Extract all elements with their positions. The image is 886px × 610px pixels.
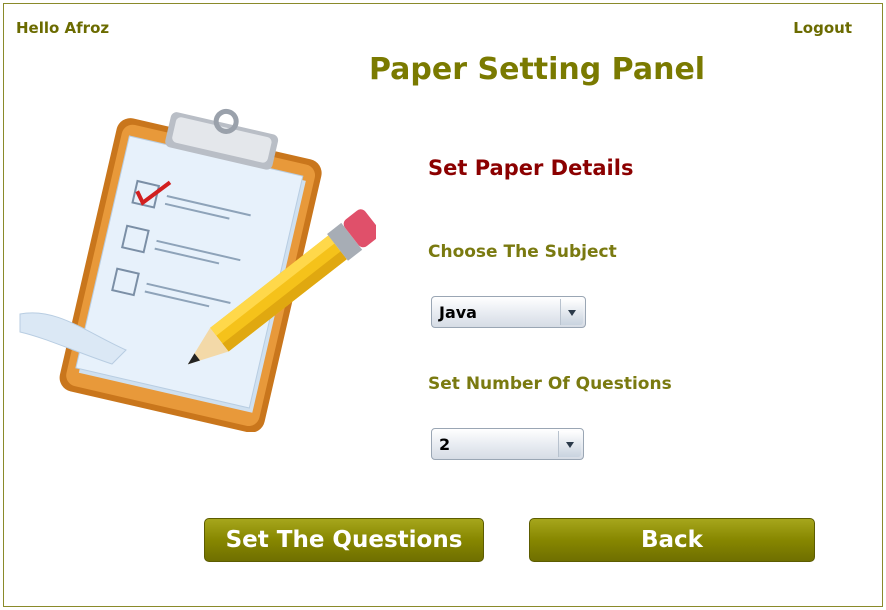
subject-selected-value: Java	[439, 303, 477, 322]
questions-dropdown[interactable]: 2	[431, 428, 584, 460]
back-button[interactable]: Back	[529, 518, 815, 562]
paper-setting-window: Hello Afroz Logout Paper Setting Panel S…	[3, 3, 883, 607]
logout-link[interactable]: Logout	[793, 19, 852, 37]
greeting-text: Hello Afroz	[16, 19, 110, 37]
page-title: Paper Setting Panel	[369, 52, 706, 87]
questions-label: Set Number Of Questions	[428, 374, 672, 394]
chevron-down-icon[interactable]	[560, 299, 583, 325]
clipboard-pencil-icon	[19, 108, 376, 432]
set-questions-button[interactable]: Set The Questions	[204, 518, 484, 562]
subject-label: Choose The Subject	[428, 242, 617, 262]
subject-dropdown[interactable]: Java	[431, 296, 586, 328]
chevron-down-icon[interactable]	[558, 431, 581, 457]
questions-selected-value: 2	[439, 435, 451, 454]
section-title: Set Paper Details	[428, 156, 634, 180]
